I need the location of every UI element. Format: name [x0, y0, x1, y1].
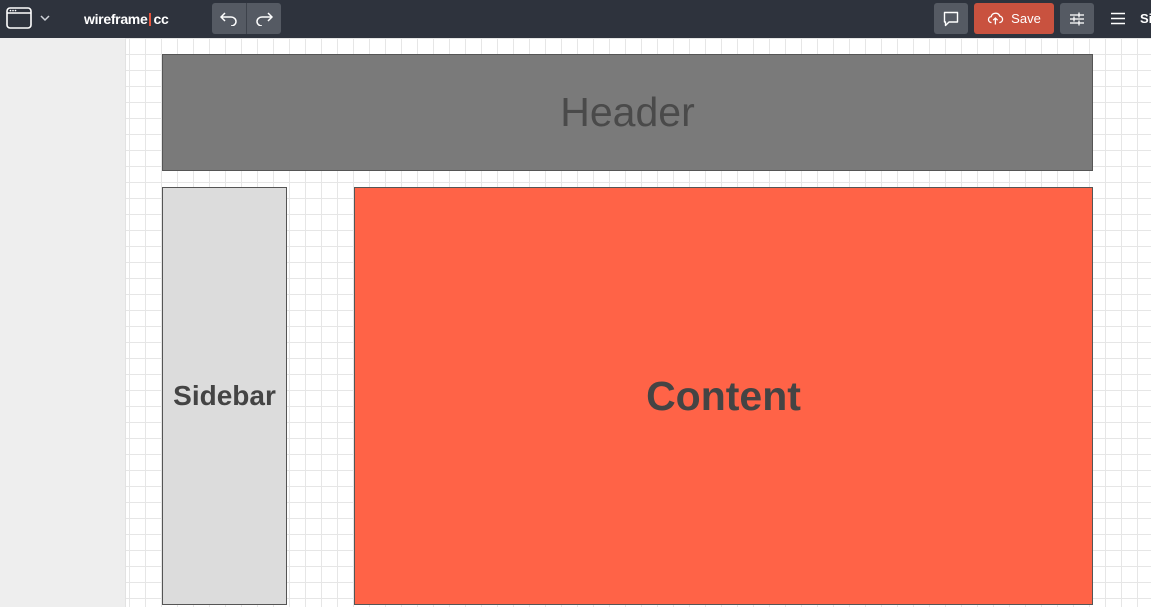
- save-button[interactable]: Save: [974, 3, 1054, 34]
- save-label: Save: [1011, 11, 1041, 26]
- comment-button[interactable]: [934, 3, 968, 34]
- logo-text-left: wireframe: [84, 11, 148, 27]
- main-menu-button[interactable]: [1104, 3, 1132, 34]
- logo-text-right: cc: [153, 11, 169, 27]
- chevron-down-icon: [40, 14, 50, 22]
- cloud-upload-icon: [987, 12, 1004, 25]
- content-block[interactable]: Content: [354, 187, 1093, 605]
- sidebar-block[interactable]: Sidebar: [162, 187, 287, 605]
- left-panel: [0, 38, 125, 607]
- history-button-group: [212, 3, 281, 34]
- header-block-label: Header: [560, 89, 695, 135]
- content-block-label: Content: [646, 372, 801, 419]
- redo-button[interactable]: [247, 3, 281, 34]
- redo-icon: [255, 11, 273, 26]
- truncated-toolbar-label[interactable]: Si: [1140, 11, 1151, 26]
- app-logo[interactable]: wireframe cc: [84, 10, 169, 28]
- sidebar-block-label: Sidebar: [173, 380, 276, 411]
- settings-button[interactable]: [1060, 3, 1094, 34]
- undo-icon: [220, 11, 238, 26]
- logo-separator: [149, 13, 152, 26]
- undo-button[interactable]: [212, 3, 246, 34]
- comment-icon: [943, 11, 959, 27]
- wireframe-canvas[interactable]: Header Sidebar Content: [125, 38, 1151, 607]
- top-toolbar: wireframe cc Save Si: [0, 0, 1151, 38]
- hamburger-menu-icon: [1110, 12, 1126, 25]
- sliders-icon: [1069, 11, 1085, 27]
- header-block[interactable]: Header: [162, 54, 1093, 171]
- window-menu-button[interactable]: [4, 6, 52, 30]
- browser-window-icon: [6, 7, 32, 29]
